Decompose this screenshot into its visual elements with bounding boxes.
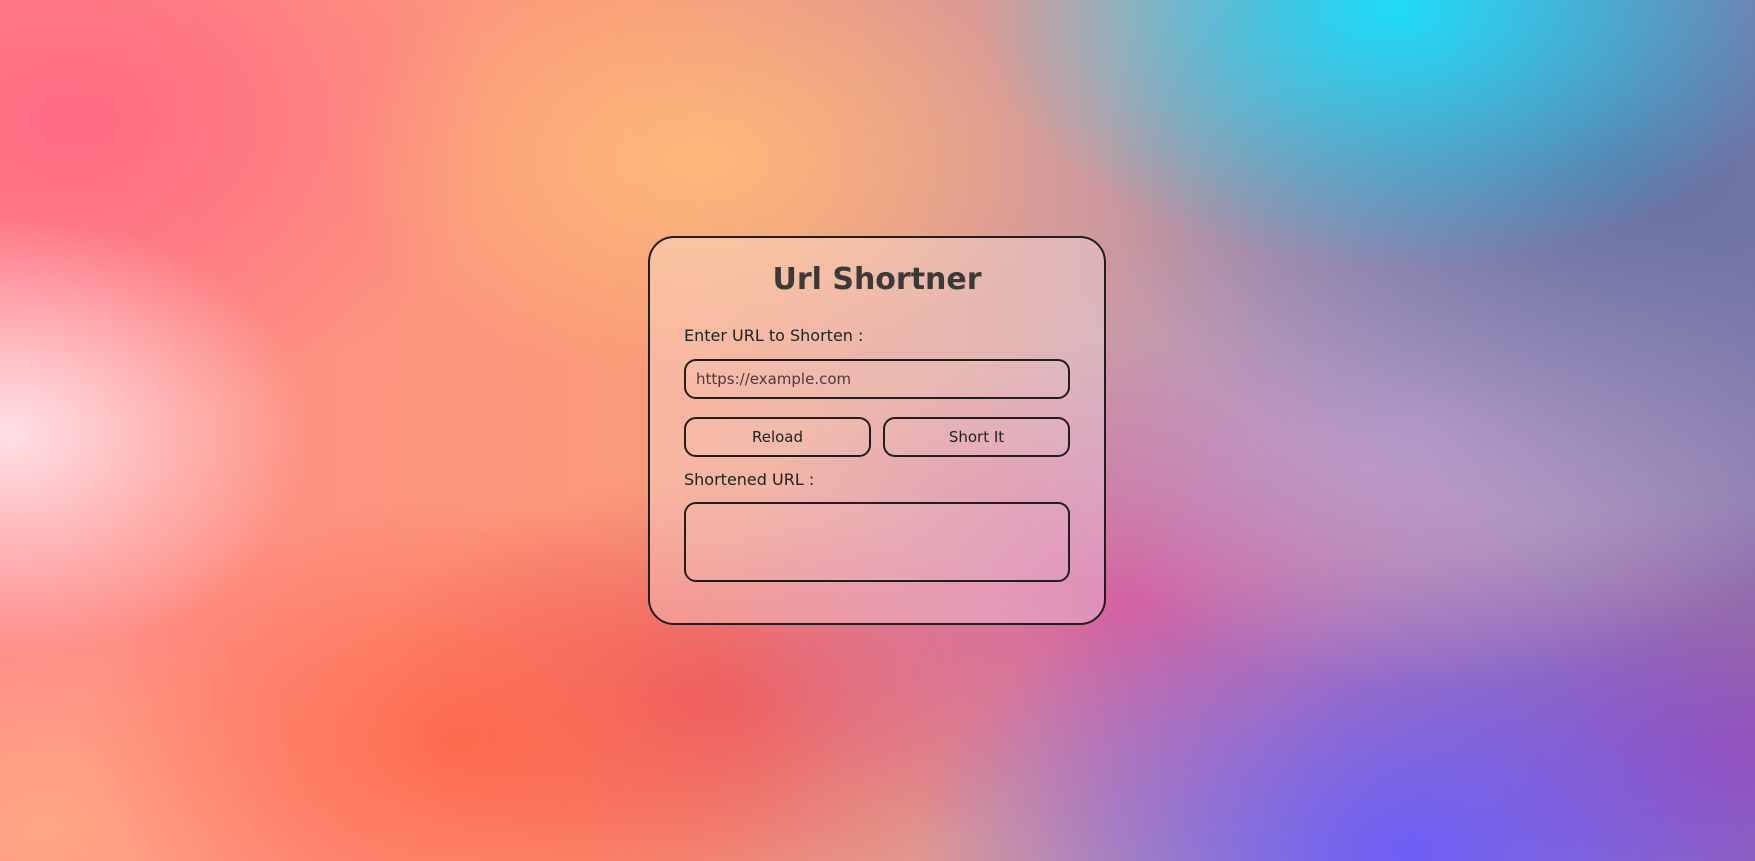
url-shortener-card: Url Shortner Enter URL to Shorten : Relo… — [648, 236, 1106, 625]
url-input[interactable] — [684, 359, 1070, 399]
button-row: Reload Short It — [684, 417, 1070, 457]
shortened-url-label: Shortened URL : — [684, 470, 815, 489]
url-input-label: Enter URL to Shorten : — [684, 326, 864, 345]
shorten-button[interactable]: Short It — [883, 417, 1070, 457]
shortened-url-output[interactable] — [684, 502, 1070, 582]
page-title: Url Shortner — [772, 262, 982, 297]
reload-button[interactable]: Reload — [684, 417, 871, 457]
